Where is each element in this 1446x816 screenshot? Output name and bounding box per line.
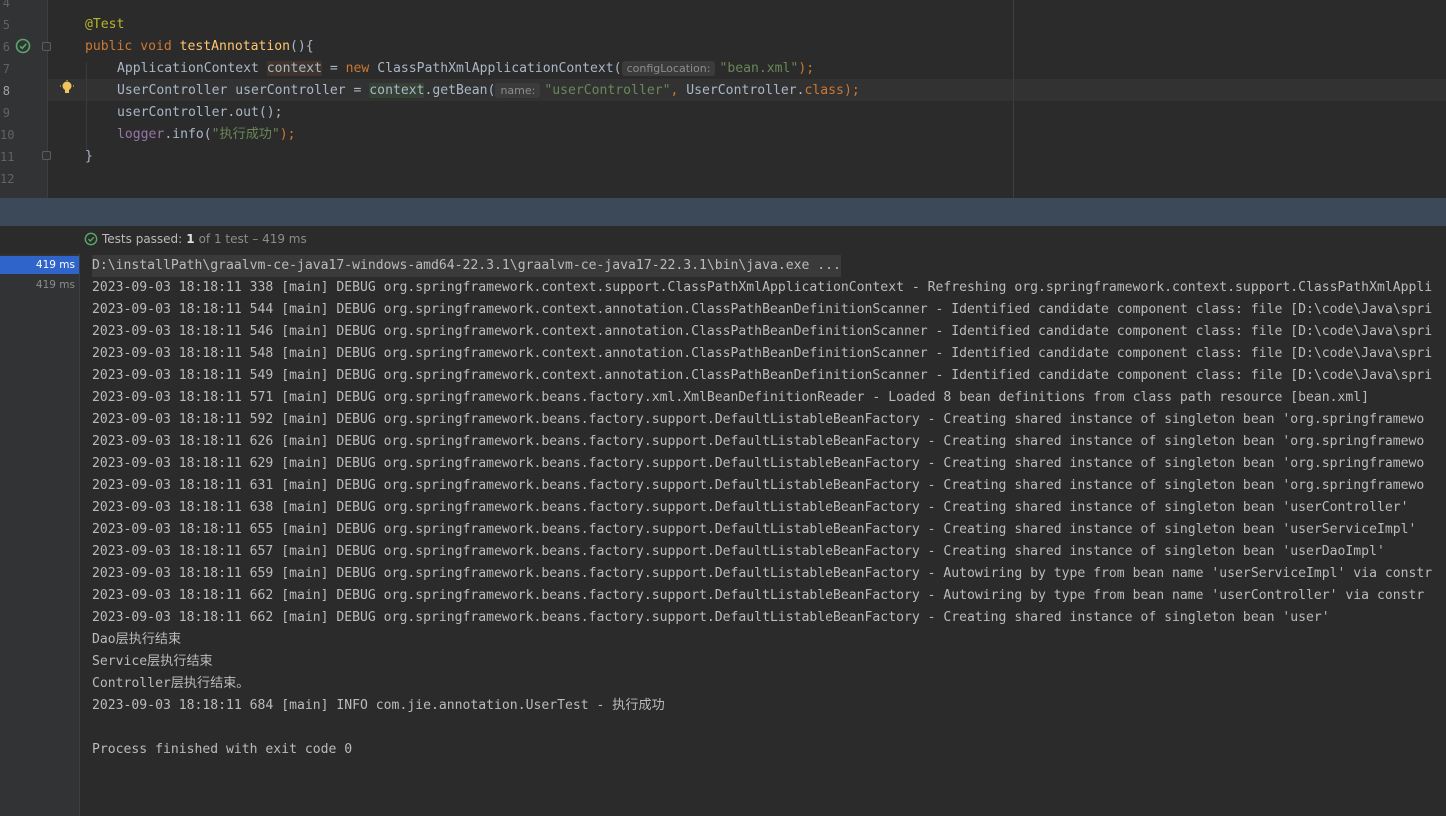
console-line: 2023-09-03 18:18:11 662 [main] DEBUG org… <box>92 610 1330 625</box>
passed-count: 1 <box>186 232 195 246</box>
console-line: Process finished with exit code 0 <box>92 742 353 757</box>
keyword-token: new <box>345 61 370 76</box>
console-line: 2023-09-03 18:18:11 571 [main] DEBUG org… <box>92 390 1370 405</box>
console-line: 2023-09-03 18:18:11 638 [main] DEBUG org… <box>92 500 1409 515</box>
annotation-token: @Test <box>85 17 125 32</box>
console-line: 2023-09-03 18:18:11 549 [main] DEBUG org… <box>92 368 1433 383</box>
code-line-annotation: @Test <box>85 14 124 36</box>
variable-token: context <box>266 61 322 76</box>
punctuation-token: (){ <box>290 39 314 54</box>
console-line: 2023-09-03 18:18:11 626 [main] DEBUG org… <box>92 434 1425 449</box>
console-line: 2023-09-03 18:18:11 546 [main] DEBUG org… <box>92 324 1433 339</box>
line-number: 7 <box>2 62 10 76</box>
fold-marker-icon[interactable] <box>42 42 51 51</box>
parameter-hint: configLocation: <box>621 61 716 76</box>
keyword-token: void <box>140 39 172 54</box>
line-number: 10 <box>0 128 15 142</box>
panel-splitter[interactable] <box>0 198 1446 226</box>
console-line: 2023-09-03 18:18:11 684 [main] INFO com.… <box>92 698 665 713</box>
type-token: ApplicationContext <box>117 61 259 76</box>
line-number: 6 <box>2 40 10 54</box>
intention-bulb-icon[interactable] <box>60 80 74 96</box>
code-line-close-brace: } <box>85 146 93 168</box>
console-line: 2023-09-03 18:18:11 629 [main] DEBUG org… <box>92 456 1425 471</box>
method-call-token: userController.out(); <box>117 105 283 120</box>
operator-token: = <box>345 83 370 98</box>
variable-token: userController <box>235 83 346 98</box>
string-token: "userController" <box>544 83 671 98</box>
keyword-token: public <box>85 39 133 54</box>
string-token: "bean.xml" <box>719 61 799 76</box>
line-number: 12 <box>0 172 15 186</box>
tests-passed-icon <box>84 232 98 246</box>
punctuation-token: ); <box>279 127 296 142</box>
console-line: 2023-09-03 18:18:11 548 [main] DEBUG org… <box>92 346 1433 361</box>
status-label: Tests passed: <box>102 232 183 246</box>
console-output[interactable]: D:\installPath\graalvm-ce-java17-windows… <box>80 254 1446 816</box>
code-line-logger: logger.info("执行成功"); <box>117 124 296 146</box>
method-name-token: testAnnotation <box>179 39 291 54</box>
method-call-token: .getBean( <box>424 83 496 98</box>
type-token: UserController <box>117 83 228 98</box>
parameter-hint: name: <box>495 83 541 98</box>
console-line: 2023-09-03 18:18:11 659 [main] DEBUG org… <box>92 566 1433 581</box>
code-editor[interactable]: 4 5 6 7 8 9 10 11 12 @Test public void t… <box>0 0 1446 198</box>
console-line: 2023-09-03 18:18:11 657 [main] DEBUG org… <box>92 544 1385 559</box>
code-line-method-signature: public void testAnnotation(){ <box>85 36 314 58</box>
operator-token: = <box>321 61 346 76</box>
code-line-out-call: userController.out(); <box>117 102 283 124</box>
console-line: Service层执行结束 <box>92 654 213 669</box>
console-line: 2023-09-03 18:18:11 338 [main] DEBUG org… <box>92 280 1433 295</box>
punctuation-token: ); <box>798 61 815 76</box>
test-tree-item[interactable]: 419 ms <box>0 276 79 294</box>
line-number: 4 <box>2 0 10 10</box>
string-token: "执行成功" <box>211 127 280 142</box>
test-tree <box>0 254 79 816</box>
run-test-passed-icon[interactable] <box>15 38 31 54</box>
console-line: 2023-09-03 18:18:11 544 [main] DEBUG org… <box>92 302 1433 317</box>
console-line: Controller层执行结束。 <box>92 676 250 691</box>
punctuation-token: , <box>670 83 679 98</box>
method-call-token: .info( <box>164 127 212 142</box>
punctuation-token: ); <box>843 83 860 98</box>
console-line: 2023-09-03 18:18:11 592 [main] DEBUG org… <box>92 412 1425 427</box>
line-number: 11 <box>0 150 15 164</box>
status-details: of 1 test – 419 ms <box>198 232 307 246</box>
field-token: logger <box>117 127 165 142</box>
console-line: 2023-09-03 18:18:11 631 [main] DEBUG org… <box>92 478 1425 493</box>
right-margin-guide <box>1013 0 1014 198</box>
keyword-token: class <box>804 83 844 98</box>
console-line: 2023-09-03 18:18:11 662 [main] DEBUG org… <box>92 588 1425 603</box>
console-line: Dao层执行结束 <box>92 632 182 647</box>
punctuation-token: } <box>85 149 93 164</box>
test-tree-item[interactable]: 419 ms <box>0 256 79 274</box>
console-line: 2023-09-03 18:18:11 655 [main] DEBUG org… <box>92 522 1417 537</box>
class-token: ClassPathXmlApplicationContext( <box>377 61 622 76</box>
code-line-getbean: UserController userController = context.… <box>117 80 860 102</box>
fold-marker-icon[interactable] <box>42 151 51 160</box>
variable-reference-token: context <box>369 83 425 98</box>
code-line-context: ApplicationContext context = new ClassPa… <box>117 58 814 80</box>
test-status: Tests passed: 1 of 1 test – 419 ms <box>84 232 307 246</box>
class-reference-token: UserController. <box>686 83 805 98</box>
indent-guide <box>86 62 87 150</box>
line-number: 9 <box>2 106 10 120</box>
console-command-line: D:\installPath\graalvm-ce-java17-windows… <box>92 255 841 277</box>
line-number: 5 <box>2 18 10 32</box>
line-number-current: 8 <box>2 84 10 98</box>
